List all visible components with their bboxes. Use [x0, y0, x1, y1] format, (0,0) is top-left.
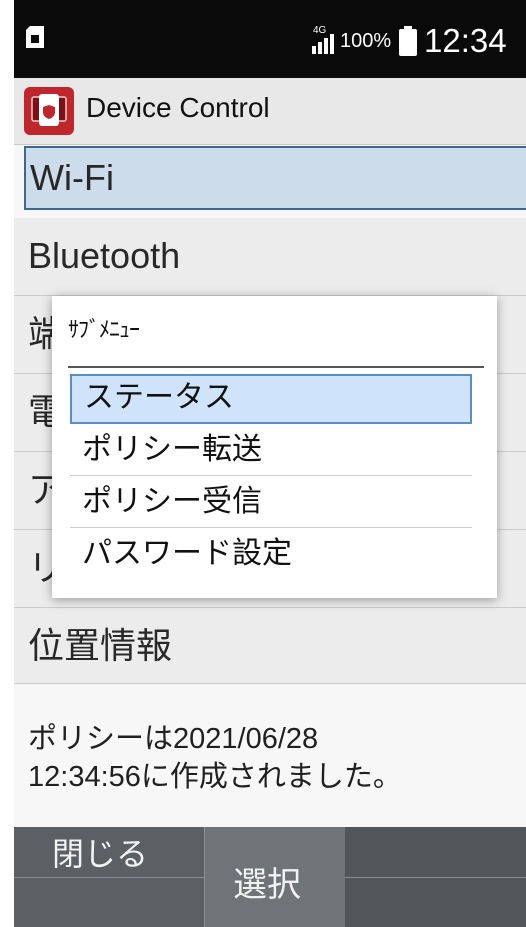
softkey-left-divider — [14, 877, 204, 878]
phone-screen: 4G 100% 12:34 Device Control Wi-Fi Bluet… — [14, 0, 526, 927]
app-title: Device Control — [86, 92, 270, 123]
submenu-item-password-settings[interactable]: パスワード設定 — [70, 530, 472, 580]
clock: 12:34 — [424, 22, 507, 59]
sim-card-icon — [26, 26, 44, 48]
softkey-left-close[interactable]: 閉じる — [14, 827, 205, 927]
battery-percent: 100% — [340, 30, 392, 52]
submenu-item-policy-receive[interactable]: ポリシー受信 — [70, 478, 472, 528]
submenu-dialog: ｻﾌﾞﾒﾆｭｰ ステータス ポリシー転送 ポリシー受信 パスワード設定 — [52, 296, 497, 598]
submenu-item-policy-transfer[interactable]: ポリシー転送 — [70, 426, 472, 476]
app-bar: Device Control — [14, 78, 526, 145]
softkey-right-divider — [345, 877, 526, 878]
submenu-item-status[interactable]: ステータス — [70, 374, 472, 424]
status-bar: 4G 100% 12:34 — [14, 0, 526, 78]
softkey-bar: 閉じる 選択 — [14, 827, 526, 927]
battery-icon — [399, 26, 417, 56]
dialog-title: ｻﾌﾞﾒﾆｭｰ — [68, 318, 140, 343]
device-control-app-icon — [24, 87, 74, 135]
softkey-center-label: 選択 — [233, 865, 301, 905]
softkey-right[interactable] — [345, 827, 526, 927]
network-type-label: 4G — [313, 25, 327, 36]
signal-strength-icon: 4G — [312, 25, 334, 54]
softkey-left-label: 閉じる — [52, 835, 149, 873]
softkey-center-select[interactable]: 選択 — [204, 827, 346, 927]
dialog-divider — [68, 366, 484, 368]
